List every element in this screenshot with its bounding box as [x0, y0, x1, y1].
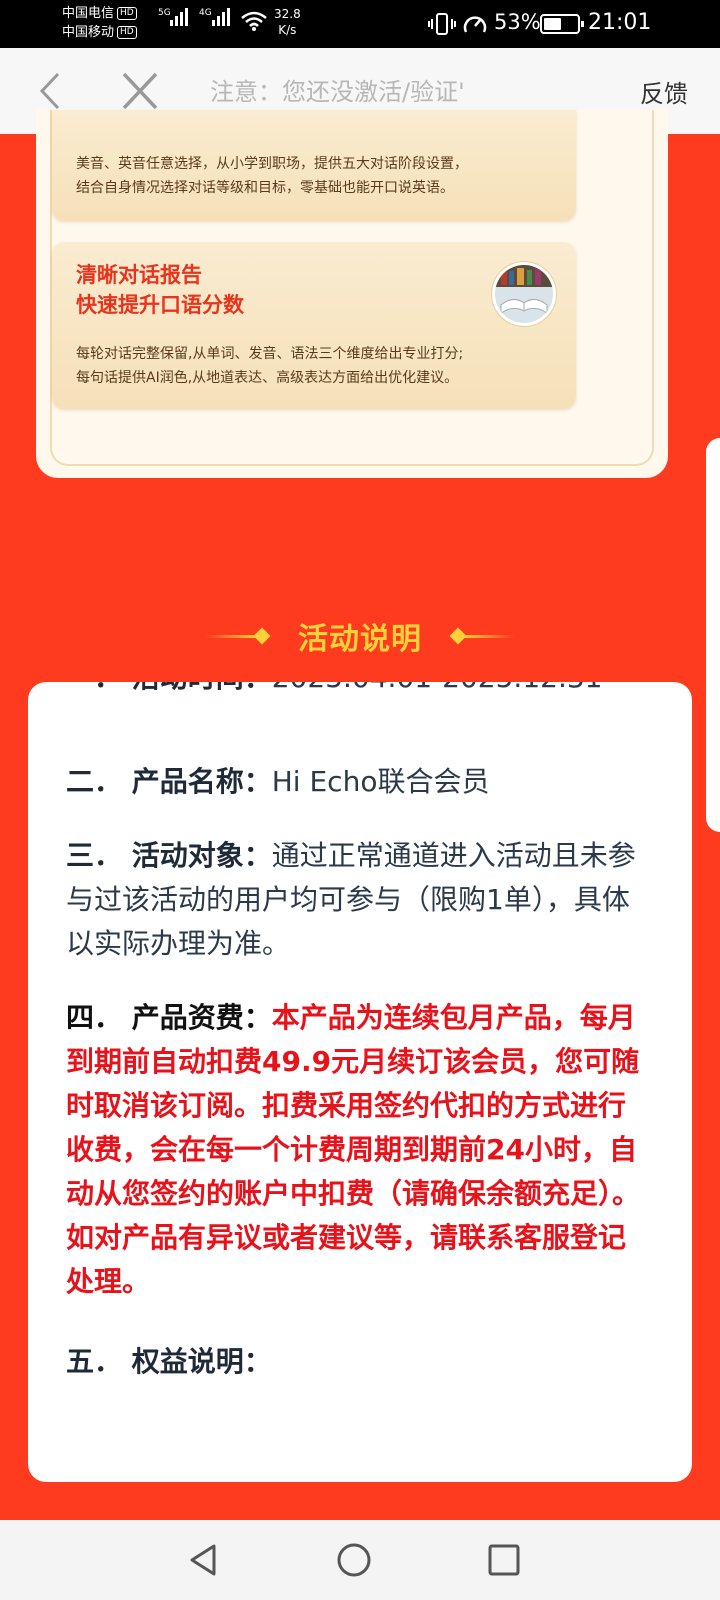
page-title: 注意：您还没激活/验证': [210, 78, 465, 106]
carrier-2: 中国移动: [62, 25, 115, 40]
signal-icon: [170, 8, 188, 26]
network-4g-label: 4G: [199, 8, 212, 18]
battery-fill: [544, 18, 561, 30]
clock: 21:01: [588, 10, 652, 35]
activity-title: 活动说明: [298, 622, 422, 657]
nav-back-triangle-icon[interactable]: [184, 1540, 224, 1580]
network-5g-label: 5G: [158, 8, 171, 18]
nav-recents-square-icon[interactable]: [484, 1540, 524, 1580]
feature-title: 清晰对话报告 快速提升口语分数: [76, 263, 244, 317]
status-bar: 中国电信 HD 中国移动 HD 5G 4G 32.8 K/s 53% 21:01: [0, 0, 720, 48]
carrier-info: 中国电信 HD 中国移动 HD: [62, 4, 137, 42]
rule-activity-time: 一． 活动时间：2025.04.01-2025.12.31: [66, 682, 652, 700]
decor-line: [464, 635, 514, 638]
feature-desc-line: 美音、英音任意选择，从小学到职场，提供五大对话阶段设置，: [76, 156, 468, 172]
speedometer-icon: [463, 16, 487, 33]
feature-desc-line: 每轮对话完整保留,从单词、发音、语法三个维度给出专业打分;: [76, 346, 464, 362]
battery-icon: [540, 14, 584, 34]
network-speed: 32.8 K/s: [274, 7, 301, 37]
feedback-button[interactable]: 反馈: [640, 74, 688, 109]
rule-target-users: 三． 活动对象：通过正常通道进入活动且未参与过该活动的用户均可参与（限购1单），…: [66, 839, 636, 960]
back-icon[interactable]: [30, 70, 70, 112]
hd-badge: HD: [117, 26, 137, 39]
feature-desc-line: 结合自身情况选择对话等级和目标，零基础也能开口说英语。: [76, 180, 454, 196]
feature-desc-line: 每句话提供AI润色,从地道表达、高级表达方面给出优化建议。: [76, 370, 459, 386]
battery-percent: 53%: [494, 10, 541, 34]
vibrate-icon: [428, 13, 456, 35]
rule-activity-time-clipped: 一． 活动时间：2025.04.01-2025.12.31: [28, 682, 692, 704]
close-icon[interactable]: [118, 70, 162, 112]
hd-badge: HD: [117, 7, 137, 20]
signal-icon: [212, 8, 230, 26]
system-nav-bar: [0, 1520, 720, 1600]
activity-rules-card[interactable]: 一． 活动时间：2025.04.01-2025.12.31 二． 产品名称：Hi…: [28, 682, 692, 1482]
rule-product-fee: 四． 产品资费：本产品为连续包月产品，每月到期前自动扣费49.9元月续订该会员，…: [66, 1001, 641, 1298]
rule-product-name: 二． 产品名称：Hi Echo联合会员: [66, 765, 490, 798]
rule-benefits: 五． 权益说明：: [66, 1345, 272, 1378]
nav-home-circle-icon[interactable]: [334, 1540, 374, 1580]
wifi-icon: [241, 11, 267, 31]
feature-conversation-report: 清晰对话报告 快速提升口语分数 每轮对话完整保留,从单词、发音、语法三个维度给出…: [52, 242, 576, 408]
activity-header: 活动说明: [0, 612, 720, 662]
carrier-1: 中国电信: [62, 6, 115, 21]
feature-conversation-levels: 美音、英音任意选择，从小学到职场，提供五大对话阶段设置， 结合自身情况选择对话等…: [52, 110, 576, 220]
book-image-icon: [492, 262, 556, 326]
